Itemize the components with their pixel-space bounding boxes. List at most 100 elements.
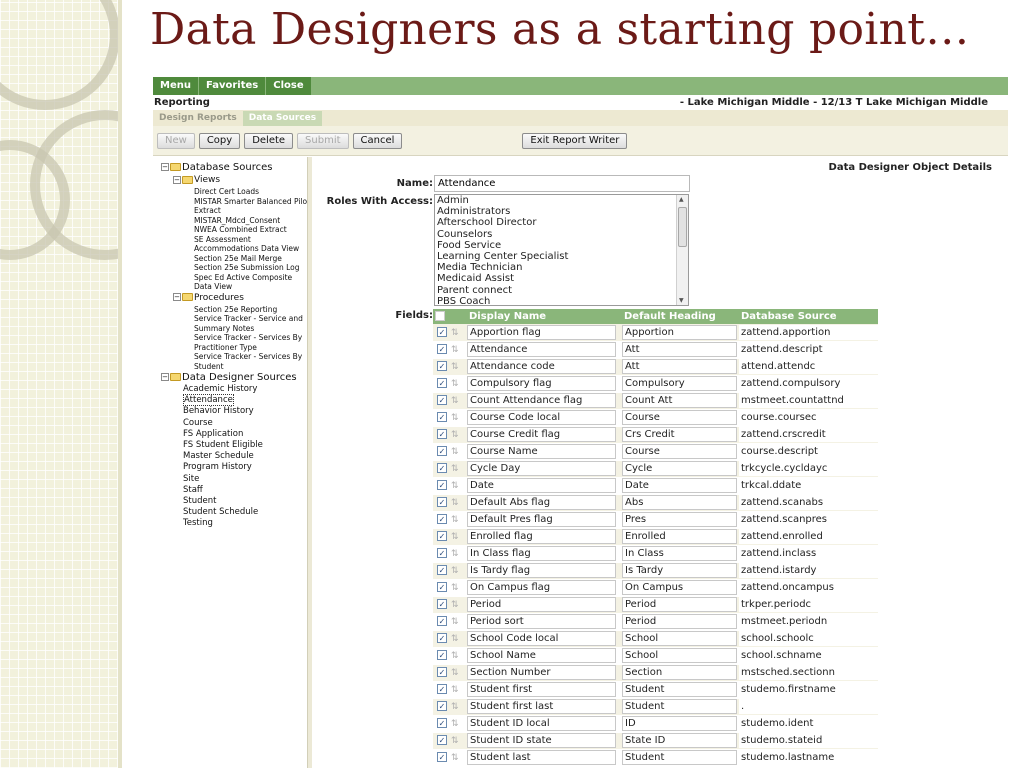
field-include-checkbox[interactable]: ✓ xyxy=(437,735,447,745)
sort-arrows-icon[interactable]: ⇅ xyxy=(451,736,459,746)
display-name-cell[interactable]: School Name xyxy=(467,648,616,663)
sort-arrows-icon[interactable]: ⇅ xyxy=(451,498,459,508)
field-include-checkbox[interactable]: ✓ xyxy=(437,429,447,439)
field-include-checkbox[interactable]: ✓ xyxy=(437,684,447,694)
tree-leaf-data-designer[interactable]: Site xyxy=(161,474,307,485)
scrollbar-thumb[interactable] xyxy=(678,207,687,247)
display-name-cell[interactable]: Default Abs flag xyxy=(467,495,616,510)
field-include-checkbox[interactable]: ✓ xyxy=(437,361,447,371)
sort-arrows-icon[interactable]: ⇅ xyxy=(451,430,459,440)
tab-data-sources[interactable]: Data Sources xyxy=(242,111,323,126)
name-input[interactable] xyxy=(434,175,690,192)
tree-leaf-data-designer[interactable]: Testing xyxy=(161,518,307,529)
default-heading-cell[interactable]: Enrolled xyxy=(622,529,737,544)
sort-arrows-icon[interactable]: ⇅ xyxy=(451,464,459,474)
display-name-cell[interactable]: Student last xyxy=(467,750,616,765)
favorites-button[interactable]: Favorites xyxy=(198,77,267,95)
default-heading-cell[interactable]: Course xyxy=(622,444,737,459)
field-include-checkbox[interactable]: ✓ xyxy=(437,446,447,456)
close-button[interactable]: Close xyxy=(266,77,312,95)
default-heading-cell[interactable]: Att xyxy=(622,342,737,357)
field-include-checkbox[interactable]: ✓ xyxy=(437,514,447,524)
sort-arrows-icon[interactable]: ⇅ xyxy=(451,396,459,406)
display-name-cell[interactable]: Apportion flag xyxy=(467,324,616,340)
tree-node-data-designer-sources[interactable]: − Data Designer Sources xyxy=(161,371,307,384)
sort-arrows-icon[interactable]: ⇅ xyxy=(451,362,459,372)
display-name-cell[interactable]: Cycle Day xyxy=(467,461,616,476)
exit-report-writer-button[interactable]: Exit Report Writer xyxy=(522,132,628,149)
sort-arrows-icon[interactable]: ⇅ xyxy=(451,447,459,457)
field-include-checkbox[interactable]: ✓ xyxy=(437,599,447,609)
display-name-cell[interactable]: Date xyxy=(467,478,616,493)
tree-leaf-procedure[interactable]: Service Tracker - Services By Student xyxy=(161,352,307,371)
sort-arrows-icon[interactable]: ⇅ xyxy=(451,634,459,644)
sort-arrows-icon[interactable]: ⇅ xyxy=(451,566,459,576)
tree-leaf-view[interactable]: MISTAR_Mdcd_Consent xyxy=(161,216,307,226)
tree-leaf-data-designer[interactable]: Master Schedule xyxy=(161,451,307,462)
scroll-down-icon[interactable]: ▼ xyxy=(679,297,684,304)
default-heading-cell[interactable]: School xyxy=(622,631,737,646)
default-heading-cell[interactable]: In Class xyxy=(622,546,737,561)
sort-arrows-icon[interactable]: ⇅ xyxy=(451,481,459,491)
default-heading-cell[interactable]: Abs xyxy=(622,495,737,510)
field-include-checkbox[interactable]: ✓ xyxy=(437,718,447,728)
role-option[interactable]: Food Service xyxy=(435,240,688,251)
display-name-cell[interactable]: School Code local xyxy=(467,631,616,646)
display-name-cell[interactable]: Default Pres flag xyxy=(467,512,616,527)
tab-design-reports[interactable]: Design Reports xyxy=(153,111,243,126)
display-name-cell[interactable]: Student ID state xyxy=(467,733,616,748)
role-option[interactable]: Parent connect xyxy=(435,285,688,296)
roles-listbox[interactable]: Admin Administrators Afterschool Director C… xyxy=(434,194,689,306)
submit-button[interactable]: Submit xyxy=(297,132,349,149)
sort-arrows-icon[interactable]: ⇅ xyxy=(451,328,459,338)
tree-leaf-view[interactable]: Spec Ed Active Composite Data View xyxy=(161,273,307,292)
field-include-checkbox[interactable]: ✓ xyxy=(437,582,447,592)
field-include-checkbox[interactable]: ✓ xyxy=(437,326,447,337)
field-include-checkbox[interactable]: ✓ xyxy=(437,480,447,490)
sort-arrows-icon[interactable]: ⇅ xyxy=(451,549,459,559)
field-include-checkbox[interactable]: ✓ xyxy=(437,412,447,422)
default-heading-cell[interactable]: Cycle xyxy=(622,461,737,476)
tree-leaf-data-designer[interactable]: Program History xyxy=(161,462,307,473)
cancel-button[interactable]: Cancel xyxy=(352,132,403,149)
role-option[interactable]: Admin xyxy=(435,195,688,206)
field-include-checkbox[interactable]: ✓ xyxy=(437,667,447,677)
display-name-cell[interactable]: Section Number xyxy=(467,665,616,680)
default-heading-cell[interactable]: Apportion xyxy=(622,324,737,340)
field-include-checkbox[interactable]: ✓ xyxy=(437,616,447,626)
tree-leaf-view[interactable]: NWEA Combined Extract xyxy=(161,225,307,235)
tree-leaf-data-designer[interactable]: FS Student Eligible xyxy=(161,440,307,451)
default-heading-cell[interactable]: Student xyxy=(622,682,737,697)
display-name-cell[interactable]: Student first last xyxy=(467,699,616,714)
default-heading-cell[interactable]: Crs Credit xyxy=(622,427,737,442)
display-name-cell[interactable]: Period sort xyxy=(467,614,616,629)
field-include-checkbox[interactable]: ✓ xyxy=(437,531,447,541)
display-name-cell[interactable]: Is Tardy flag xyxy=(467,563,616,578)
display-name-cell[interactable]: Compulsory flag xyxy=(467,376,616,391)
field-include-checkbox[interactable]: ✓ xyxy=(437,344,447,354)
tree-leaf-view[interactable]: MISTAR Smarter Balanced Pilot Extract xyxy=(161,197,307,216)
tree-leaf-data-designer[interactable]: Behavior History xyxy=(161,406,307,417)
sort-arrows-icon[interactable]: ⇅ xyxy=(451,617,459,627)
tree-leaf-data-designer[interactable]: FS Application xyxy=(161,429,307,440)
tree-leaf-view[interactable]: SE Assessment Accommodations Data View xyxy=(161,235,307,254)
default-heading-cell[interactable]: Pres xyxy=(622,512,737,527)
scroll-up-icon[interactable]: ▲ xyxy=(679,196,684,203)
display-name-cell[interactable]: Enrolled flag xyxy=(467,529,616,544)
default-heading-cell[interactable]: Section xyxy=(622,665,737,680)
default-heading-cell[interactable]: Is Tardy xyxy=(622,563,737,578)
sort-arrows-icon[interactable]: ⇅ xyxy=(451,753,459,763)
sort-arrows-icon[interactable]: ⇅ xyxy=(451,685,459,695)
sort-arrows-icon[interactable]: ⇅ xyxy=(451,668,459,678)
field-include-checkbox[interactable]: ✓ xyxy=(437,752,447,762)
display-name-cell[interactable]: Course Credit flag xyxy=(467,427,616,442)
role-option[interactable]: Learning Center Specialist xyxy=(435,251,688,262)
collapse-toggle-icon[interactable]: − xyxy=(161,163,169,171)
tree-leaf-data-designer[interactable]: Student xyxy=(161,496,307,507)
default-heading-cell[interactable]: State ID xyxy=(622,733,737,748)
display-name-cell[interactable]: Course Code local xyxy=(467,410,616,425)
sort-arrows-icon[interactable]: ⇅ xyxy=(451,702,459,712)
field-include-checkbox[interactable]: ✓ xyxy=(437,395,447,405)
display-name-cell[interactable]: Count Attendance flag xyxy=(467,393,616,408)
role-option[interactable]: Counselors xyxy=(435,229,688,240)
